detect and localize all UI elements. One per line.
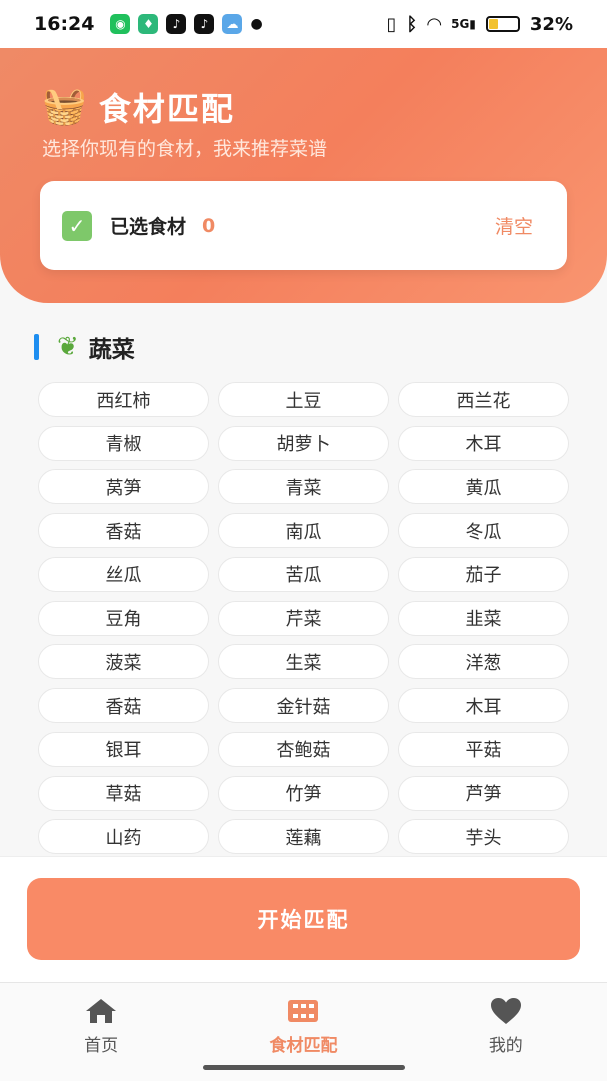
tab-home-label: 首页 [84,1036,119,1056]
basket-icon: 🧺 [42,86,87,127]
check-icon: ✓ [62,210,92,241]
tiktok-icon: ♪ [194,14,215,34]
section-accent-bar [34,334,39,360]
section-header-vegetables: ❦ 蔬菜 [34,330,135,364]
ingredient-chip[interactable]: 香菇 [38,688,209,724]
ingredient-grid: 西红柿 土豆 西兰花 青椒 胡萝卜 木耳 莴笋 青菜 黄瓜 香菇 南瓜 冬瓜 丝瓜 苦瓜 茄子 豆角 芹菜 韭菜菠… [38,382,569,856]
ingredient-chip[interactable]: 杏鲍菇 [218,731,389,767]
ingredient-chip[interactable]: 芹菜 [218,600,389,636]
clear-button[interactable]: 清空 [495,212,533,239]
leafy-greens-icon: ❦ [57,332,79,362]
ingredient-chip[interactable]: 青椒 [38,425,209,461]
ingredient-chip[interactable]: 南瓜 [218,513,389,549]
more-dot-icon: ● [250,16,263,32]
ingredient-chip[interactable]: 西兰花 [398,382,569,417]
ingredient-chip[interactable]: 洋葱 [398,644,569,680]
page-subtitle: 选择你现有的食材，我来推荐菜谱 [42,138,328,160]
ingredient-chip[interactable]: 金针菇 [218,688,389,724]
tab-home[interactable]: 首页 [0,983,202,1081]
ingredient-chip[interactable]: 冬瓜 [398,513,569,549]
heart-icon [490,997,522,1025]
battery-percent: 32% [529,13,573,35]
ingredient-chip[interactable]: 土豆 [218,382,389,417]
status-left: 16:24 ◉ ♦ ♪ ♪ ☁ ● [34,13,263,35]
vibrate-icon: ▯ [386,13,397,35]
home-icon [85,997,117,1025]
ingredient-chip[interactable]: 香菇 [38,513,209,549]
tab-ingredient-match-label: 食材匹配 [269,1036,338,1056]
ingredient-chip[interactable]: 莲藕 [218,819,389,855]
status-bar: 16:24 ◉ ♦ ♪ ♪ ☁ ● ▯ ᛒ ◠ 5G▮ 32% [0,0,607,48]
battery-icon [485,16,520,32]
selected-label: 已选食材 [110,216,187,238]
ingredient-chip[interactable]: 胡萝卜 [218,425,389,461]
page-title: 食材匹配 [98,90,235,128]
ingredient-chip[interactable]: 苦瓜 [218,556,389,592]
ingredient-chip[interactable]: 木耳 [398,425,569,461]
ingredient-chip[interactable]: 韭菜 [398,600,569,636]
ingredient-chip[interactable]: 芋头 [398,819,569,855]
clock: 16:24 [34,13,95,35]
section-title: 蔬菜 [88,337,135,363]
signal-icon: 5G▮ [451,17,476,31]
ingredient-chip[interactable]: 生菜 [218,644,389,680]
home-indicator [203,1065,405,1070]
ingredient-chip[interactable]: 西红柿 [38,382,209,417]
title-row: 🧺 食材匹配 [42,84,235,130]
ingredient-chip[interactable]: 平菇 [398,731,569,767]
ingredient-chip[interactable]: 芦笋 [398,775,569,811]
tab-mine[interactable]: 我的 [405,983,607,1081]
network-label: 5G [451,17,470,31]
shield-icon: ♦ [138,14,159,34]
ingredient-chip[interactable]: 莴笋 [38,469,209,505]
tab-mine-label: 我的 [488,1036,523,1056]
ingredient-chip[interactable]: 山药 [38,819,209,855]
selected-count: 0 [202,214,216,237]
start-matching-button[interactable]: 开始匹配 [27,878,580,960]
selected-ingredients-card: ✓ 已选食材 0 清空 [40,181,567,270]
ingredient-chip[interactable]: 木耳 [398,688,569,724]
battery-level [488,19,498,29]
wifi-icon: ◠ [427,13,442,35]
ingredient-chip[interactable]: 黄瓜 [398,469,569,505]
weather-icon: ☁ [222,14,243,34]
ingredient-chip[interactable]: 豆角 [38,600,209,636]
ingredient-chip[interactable]: 银耳 [38,731,209,767]
bluetooth-icon: ᛒ [406,13,418,35]
ingredient-chip[interactable]: 草菇 [38,775,209,811]
ingredient-chip[interactable]: 菠菜 [38,644,209,680]
status-right: ▯ ᛒ ◠ 5G▮ 32% [387,14,573,35]
ingredient-chip[interactable]: 茄子 [398,556,569,592]
grid-icon [288,997,319,1025]
ingredient-chip[interactable]: 丝瓜 [38,556,209,592]
wechat-icon: ◉ [110,14,131,34]
ingredient-chip[interactable]: 竹笋 [218,775,389,811]
ingredient-chip[interactable]: 青菜 [218,469,389,505]
tiktok-icon: ♪ [166,14,187,34]
